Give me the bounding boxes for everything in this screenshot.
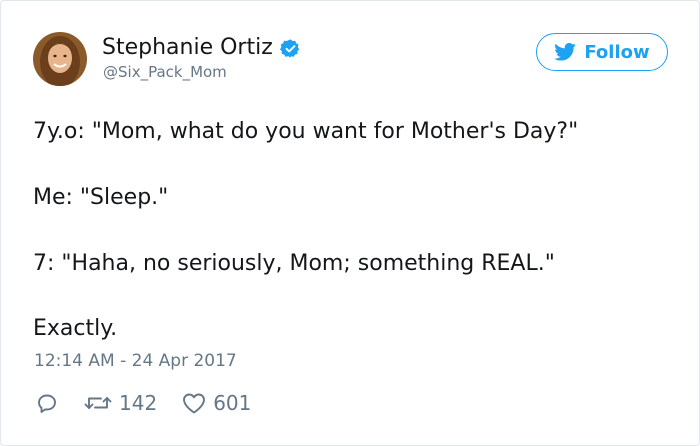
retweet-icon <box>83 391 113 415</box>
twitter-bird-icon <box>554 43 577 61</box>
retweet-count: 142 <box>119 391 158 415</box>
tweet-text-line-4: Exactly. <box>33 316 118 341</box>
user-name[interactable]: Stephanie Ortiz <box>102 35 273 61</box>
follow-button[interactable]: Follow <box>536 33 668 71</box>
tweet-text-line-1: 7y.o: "Mom, what do you want for Mother'… <box>33 119 579 144</box>
reply-icon <box>35 391 59 415</box>
like-count: 601 <box>213 391 252 415</box>
tweet-text-line-3: 7: "Haha, no seriously, Mom; something R… <box>33 251 555 276</box>
verified-badge-icon <box>279 38 301 59</box>
tweet-card: Stephanie Ortiz @Six_Pack_Mom Follow 7y.… <box>0 0 700 446</box>
reply-action[interactable] <box>35 391 59 415</box>
user-name-row: Stephanie Ortiz <box>102 35 301 61</box>
tweet-text-line-2: Me: "Sleep." <box>33 185 169 210</box>
tweet-actions: 142 601 <box>35 391 275 415</box>
follow-button-label: Follow <box>584 41 650 63</box>
avatar[interactable] <box>33 32 87 86</box>
retweet-action[interactable]: 142 <box>83 391 157 415</box>
user-handle[interactable]: @Six_Pack_Mom <box>103 63 227 81</box>
like-action[interactable]: 601 <box>181 391 251 415</box>
tweet-timestamp[interactable]: 12:14 AM - 24 Apr 2017 <box>34 351 237 371</box>
heart-icon <box>181 391 207 415</box>
